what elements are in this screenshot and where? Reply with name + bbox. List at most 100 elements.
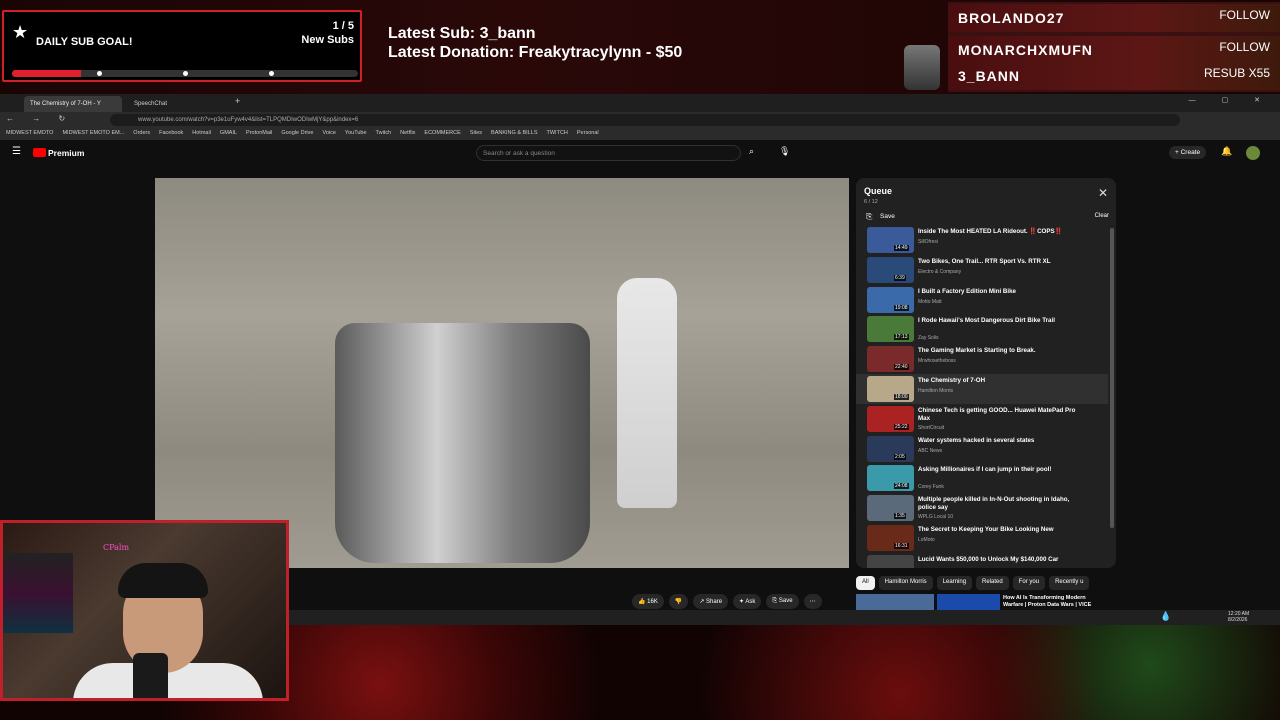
microphone-image (133, 653, 168, 698)
rec-title[interactable]: How AI Is Transforming Modern Warfare | … (1003, 595, 1103, 609)
bookmark-item[interactable]: Orders (133, 130, 150, 138)
bookmarks-bar: MIDWEST EMOTO MIDWEST EMOTO EM... Orders Fa… (0, 128, 1280, 140)
latest-donation: Latest Donation: Freakytracylynn - $50 (388, 44, 683, 61)
queue-thumbnail (867, 495, 914, 522)
filter-chip[interactable]: Recently u (1049, 576, 1090, 590)
queue-item-title: Two Bikes, One Trail... RTR Sport Vs. RT… (918, 257, 1051, 265)
filter-chip[interactable]: All (856, 576, 875, 590)
queue-thumbnail (867, 256, 914, 283)
alert-row: MONARCHXMUFN FOLLOW (948, 36, 1280, 64)
goal-title: DAILY SUB GOAL! (36, 36, 133, 48)
queue-item-title: I Built a Factory Edition Mini Bike (918, 287, 1016, 295)
goal-count: 1 / 5 (332, 20, 354, 32)
queue-item[interactable]: 1:35 Multiple people killed in In-N-Out s… (856, 493, 1108, 523)
bell-icon[interactable]: 🔔 (1221, 146, 1232, 157)
share-button[interactable]: ↗ Share (693, 594, 729, 609)
mic-icon[interactable]: 🎙 (779, 146, 790, 157)
tank-image (335, 323, 590, 563)
bookmark-item[interactable]: Voice (322, 130, 335, 138)
queue-item[interactable]: 25:22 Chinese Tech is getting GOOD... Hua… (856, 404, 1108, 434)
bookmark-item[interactable]: TWITCH (547, 130, 568, 138)
more-icon[interactable]: ⋯ (803, 594, 822, 609)
filter-chip[interactable]: For you (1012, 576, 1046, 590)
bookmark-item[interactable]: Google Drive (281, 130, 313, 138)
queue-item-title: The Gaming Market is Starting to Break. (918, 347, 1036, 355)
create-button[interactable]: + Create (1169, 146, 1207, 159)
bookmark-item[interactable]: MIDWEST EMOTO (6, 130, 53, 138)
queue-item[interactable]: 14:49 Inside The Most HEATED LA Rideout. … (856, 225, 1108, 255)
goal-tick (97, 71, 102, 76)
bookmark-item[interactable]: Netflix (400, 130, 415, 138)
queue-item[interactable]: 22:40 The Gaming Market is Starting to Br… (856, 344, 1108, 374)
queue-duration: 2:05 (894, 453, 906, 460)
menu-icon[interactable]: ☰ (12, 146, 21, 157)
tab-youtube[interactable]: The Chemistry of 7-OH - Y (24, 96, 122, 112)
nav-arrows-icon[interactable]: ← → ↻ (6, 114, 73, 123)
person-image (617, 278, 677, 508)
stream-overlay: ★ DAILY SUB GOAL! 1 / 5 New Subs Latest … (0, 0, 1280, 94)
ask-button[interactable]: ✦ Ask (733, 594, 762, 609)
alert-row: BROLANDO27 FOLLOW (948, 4, 1280, 32)
bookmark-item[interactable]: MIDWEST EMOTO EM... (62, 130, 124, 138)
tab-speechchat[interactable]: SpeechChat (128, 96, 228, 112)
alert-name: BROLANDO27 (958, 10, 1065, 26)
dislike-button[interactable]: 👎 (668, 594, 689, 609)
window-controls[interactable]: — ▢ ✕ (1189, 96, 1272, 104)
bookmark-item[interactable]: ECOMMERCE (424, 130, 460, 138)
alert-name: 3_BANN (958, 68, 1021, 84)
queue-item-title: The Secret to Keeping Your Bike Looking … (918, 526, 1054, 533)
search-icon[interactable]: ⌕ (749, 146, 754, 157)
queue-item-title: Asking Millionaires if I can jump in the… (918, 466, 1052, 474)
bookmark-item[interactable]: BANKING & BILLS (491, 130, 537, 138)
save-video-button[interactable]: ⎘ Save (766, 594, 799, 609)
video-player[interactable] (155, 178, 849, 568)
youtube-logo-icon[interactable] (33, 148, 46, 157)
queue-item-channel: ABC News (918, 447, 943, 454)
nav-bar: ← → ↻ www.youtube.com/watch?v=p3e1uFyw4v… (0, 112, 1280, 128)
rec-thumb[interactable] (937, 594, 1000, 610)
search-input[interactable]: Search or ask a question (476, 145, 741, 161)
queue-title: Queue (864, 186, 893, 196)
new-tab-icon[interactable]: + (235, 96, 240, 106)
latest-sub: Latest Sub: 3_bann (388, 25, 536, 42)
bookmark-item[interactable]: Twitch (376, 130, 392, 138)
filter-chip[interactable]: Hamilton Morris (878, 576, 933, 590)
alerts-list: BROLANDO27 FOLLOW MONARCHXMUFN FOLLOW 3_… (948, 2, 1280, 92)
queue-item[interactable]: 17:13 I Rode Hawaii's Most Dangerous Dirt… (856, 314, 1108, 344)
queue-item[interactable]: 24:08 Asking Millionaires if I can jump i… (856, 463, 1108, 493)
youtube-header: ☰ Premium Search or ask a question ⌕ 🎙 +… (0, 140, 1280, 166)
queue-item[interactable]: Lucid Wants $50,000 to Unlock My $140,00… (856, 553, 1108, 568)
queue-item[interactable]: 6:39 Two Bikes, One Trail... RTR Sport Vs… (856, 255, 1108, 285)
goal-tick (269, 71, 274, 76)
bookmark-item[interactable]: Personal (577, 130, 599, 138)
queue-item[interactable]: 2:05 Water systems hacked in several stat… (856, 434, 1108, 464)
water-icon[interactable]: 💧 (1160, 611, 1171, 622)
close-icon[interactable]: ✕ (1098, 186, 1108, 200)
queue-item[interactable]: 16:31 The Secret to Keeping Your Bike Loo… (856, 523, 1108, 553)
queue-scrollbar[interactable] (1110, 228, 1114, 528)
filter-chip[interactable]: Related (976, 576, 1009, 590)
bookmark-item[interactable]: Hotmail (192, 130, 211, 138)
bookmark-item[interactable]: Sites (470, 130, 482, 138)
streamer-cap (118, 563, 208, 598)
bookmark-item[interactable]: YouTube (345, 130, 367, 138)
rec-thumb[interactable] (856, 594, 934, 610)
save-label: Save (778, 598, 793, 604)
queue-item-title: Inside The Most HEATED LA Rideout. ‼️COP… (918, 228, 1063, 235)
queue-save-button[interactable]: Save (880, 213, 895, 220)
queue-clear-button[interactable]: Clear (1095, 213, 1109, 219)
youtube-premium-logo[interactable]: Premium (48, 148, 84, 158)
bookmark-item[interactable]: Facebook (159, 130, 183, 138)
queue-item-channel: SillOfresi (918, 239, 939, 245)
bookmark-item[interactable]: GMAIL (220, 130, 237, 138)
address-bar[interactable]: www.youtube.com/watch?v=p3e1uFyw4v4&list… (110, 114, 1180, 126)
like-button[interactable]: 👍 16K (632, 594, 664, 609)
queue-item-title: Water systems hacked in several states (918, 436, 1035, 444)
alert-action: FOLLOW (1219, 40, 1270, 54)
save-icon[interactable]: ⎘ (866, 212, 872, 222)
queue-item[interactable]: 18:00 The Chemistry of 7-OH Hamilton Morri… (856, 374, 1108, 404)
avatar[interactable] (1246, 146, 1260, 160)
bookmark-item[interactable]: ProtonMail (246, 130, 272, 138)
filter-chip[interactable]: Learning (936, 576, 973, 590)
queue-item[interactable]: 19:08 I Built a Factory Edition Mini Bike… (856, 285, 1108, 315)
